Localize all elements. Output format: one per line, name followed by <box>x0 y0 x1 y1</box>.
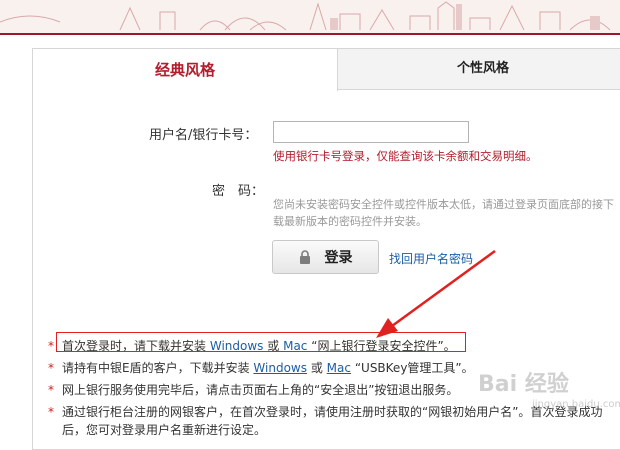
password-label: 密 码： <box>212 184 265 199</box>
login-button-label: 登录 <box>324 250 353 266</box>
notice-initial-username: * 通过银行柜台注册的网银客户，在首次登录时，请使用注册时获取的“网银初始用户名”… <box>48 403 602 420</box>
username-hint: 使用银行卡号登录，仅能查询该卡余额和交易明细。 <box>273 149 538 163</box>
notice-bullet: * <box>48 383 54 397</box>
login-button[interactable]: 登录 <box>272 240 379 274</box>
username-label: 用户名/银行卡号： <box>149 128 258 143</box>
password-control-hint: 您尚未安装密码安全控件或控件版本太低，请通过登录页面底部的接下载最新版本的密码控… <box>273 198 614 228</box>
baidu-watermark: Bai 经验 <box>478 372 569 397</box>
windows-usbkey-link[interactable]: Windows <box>253 361 307 375</box>
notice-bullet: * <box>48 361 54 375</box>
notice-text: 请持有中银E盾的客户，下载并安装 <box>62 361 250 375</box>
city-skyline-graphic <box>0 1 611 31</box>
header-divider <box>0 33 620 35</box>
mac-usbkey-link[interactable]: Mac <box>327 361 351 375</box>
notice-usbkey-tool: * 请持有中银E盾的客户，下载并安装 Windows 或 Mac “USBKey管… <box>48 359 474 376</box>
tab-personal-style[interactable]: 个性风格 <box>337 48 620 90</box>
baidu-watermark-url: jingyan.baidu.com <box>532 399 620 410</box>
forgot-credentials-link[interactable]: 找回用户名密码 <box>389 250 473 267</box>
notice-text: 网上银行服务使用完毕后，请点击页面右上角的“安全退出”按钮退出服务。 <box>62 383 459 397</box>
lock-icon <box>299 250 311 264</box>
notice-bullet: * <box>48 405 54 419</box>
annotation-highlight-box <box>56 332 466 352</box>
username-input[interactable] <box>273 121 469 143</box>
notice-text: “USBKey管理工具”。 <box>354 361 474 375</box>
notice-text: 后，您可对登录用户名重新进行设定。 <box>62 423 267 437</box>
tab-classic-style[interactable]: 经典风格 <box>32 48 338 91</box>
notice-username-reset: 后，您可对登录用户名重新进行设定。 <box>48 421 266 438</box>
notice-text: 通过银行柜台注册的网银客户，在首次登录时，请使用注册时获取的“网银初始用户名”。 <box>62 405 531 419</box>
notice-safe-logout: * 网上银行服务使用完毕后，请点击页面右上角的“安全退出”按钮退出服务。 <box>48 381 458 398</box>
notice-text: 或 <box>310 361 323 375</box>
header-banner <box>0 0 620 34</box>
